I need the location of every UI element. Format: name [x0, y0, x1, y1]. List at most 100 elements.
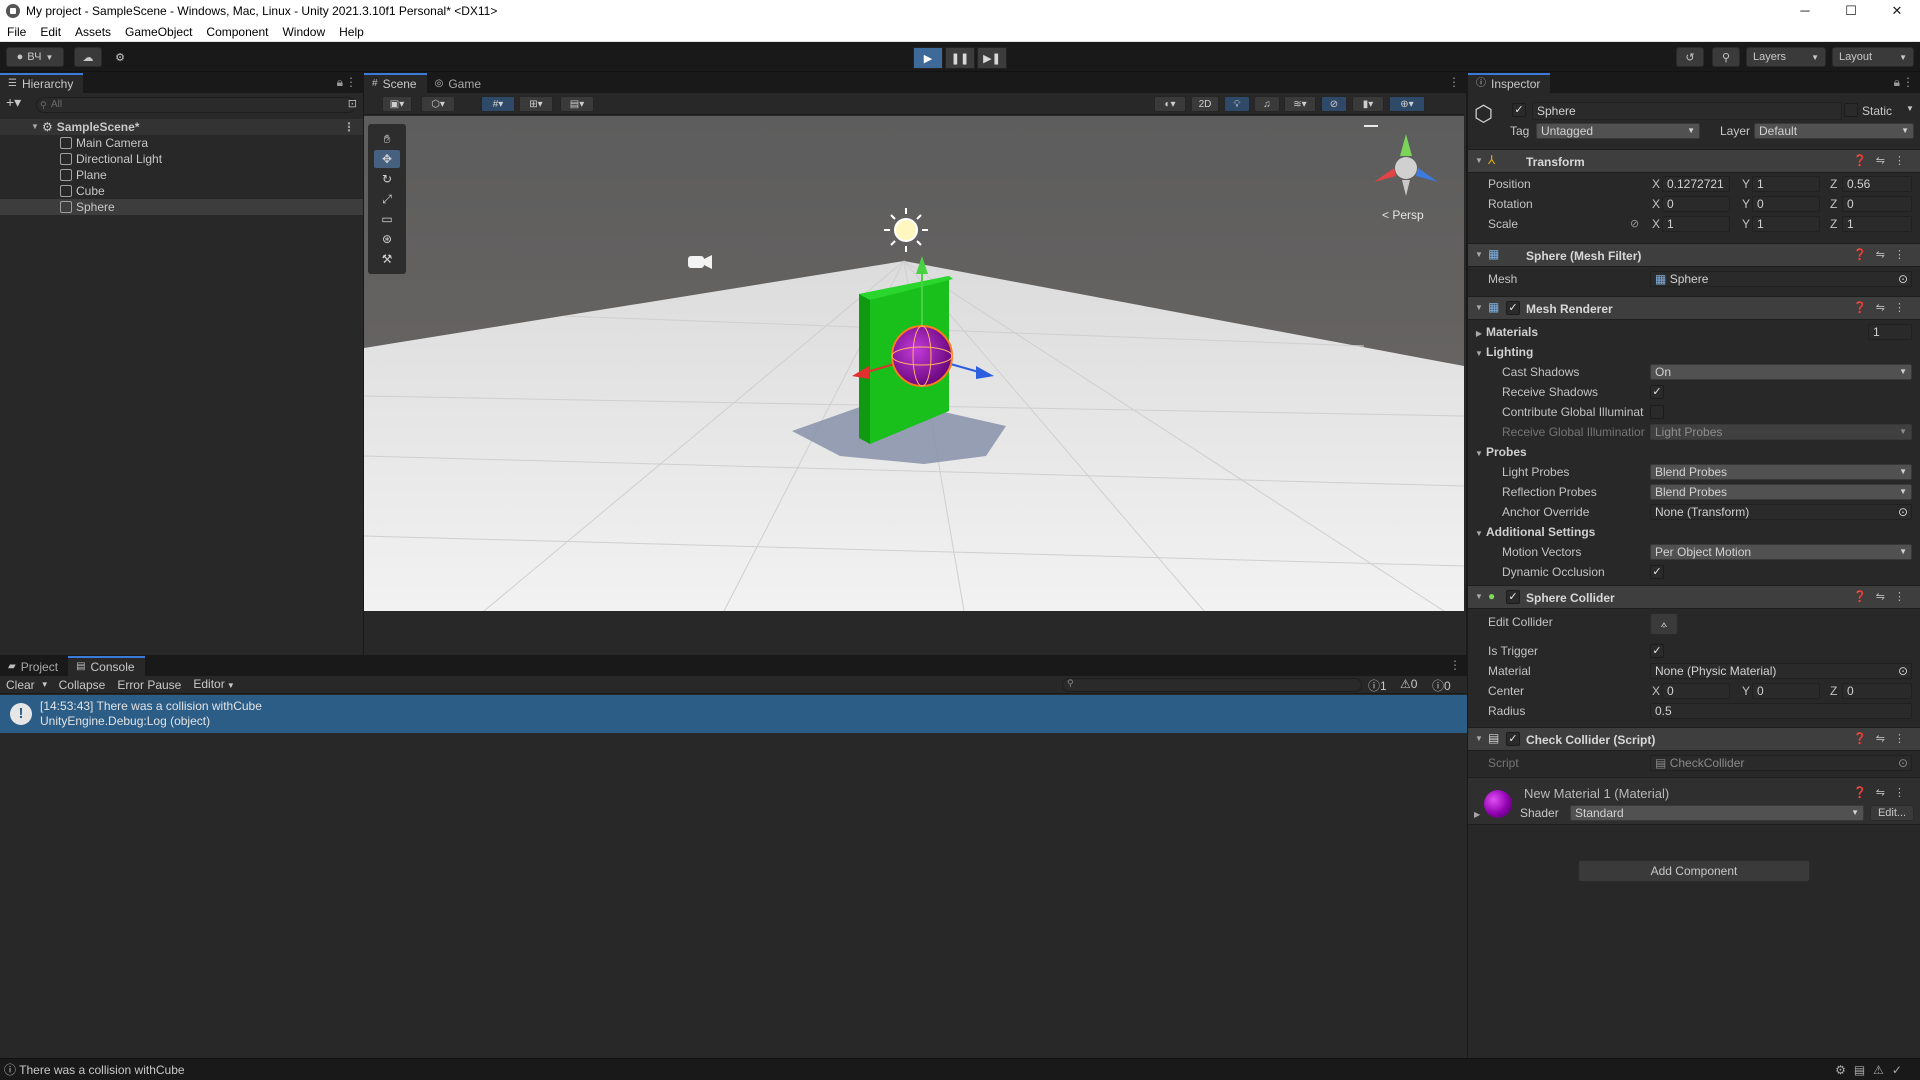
- center-x-field[interactable]: 0: [1662, 683, 1730, 699]
- step-button[interactable]: ▶❚: [977, 47, 1007, 69]
- render-mode-dropdown[interactable]: ⬡▾: [421, 96, 455, 112]
- materials-count-field[interactable]: 1: [1868, 324, 1912, 340]
- console-log-entry[interactable]: ! [14:53:43] There was a collision withC…: [0, 695, 1467, 733]
- dynamic-occlusion-checkbox[interactable]: ✓: [1650, 565, 1664, 579]
- increment-snap-toggle[interactable]: ⊞▾: [519, 96, 553, 112]
- tag-dropdown[interactable]: Untagged ▼: [1536, 123, 1700, 139]
- scale-x-field[interactable]: 1: [1662, 216, 1730, 232]
- play-button[interactable]: ▶: [913, 47, 943, 69]
- error-count-toggle[interactable]: ⓘ0: [1432, 677, 1451, 694]
- mesh-renderer-enabled-checkbox[interactable]: ✓: [1506, 301, 1520, 315]
- shader-dropdown[interactable]: Standard ▼: [1570, 805, 1864, 821]
- scene-visibility-icon[interactable]: ⊡: [348, 97, 357, 110]
- position-y-field[interactable]: 1: [1752, 176, 1820, 192]
- kebab-menu-icon[interactable]: ⋮: [1902, 75, 1914, 89]
- log-count-toggle[interactable]: ⓘ1: [1368, 677, 1387, 694]
- tab-hierarchy[interactable]: ☰ Hierarchy: [0, 73, 84, 93]
- additional-settings-foldout[interactable]: ▼ Additional Settings: [1468, 523, 1920, 541]
- tab-game[interactable]: ◎ Game: [426, 73, 492, 93]
- axis-y-label[interactable]: Y: [1742, 215, 1750, 233]
- axis-z-label[interactable]: Z: [1830, 195, 1837, 213]
- sphere-collider-enabled-checkbox[interactable]: ✓: [1506, 590, 1520, 604]
- console-search-input[interactable]: ⚲: [1062, 678, 1362, 692]
- transform-header[interactable]: ▼ ⅄ Transform ❓⇋⋮: [1468, 149, 1920, 173]
- mesh-renderer-header[interactable]: ▼ ▦ ✓ Mesh Renderer ❓⇋⋮: [1468, 296, 1920, 320]
- mode-2d-toggle[interactable]: 2D: [1191, 96, 1219, 112]
- axis-z-label[interactable]: Z: [1830, 175, 1837, 193]
- menu-gameobject[interactable]: GameObject: [118, 22, 199, 42]
- clear-button[interactable]: Clear: [0, 676, 41, 694]
- grid-visibility-dropdown[interactable]: ▤▾: [560, 96, 594, 112]
- collider-material-field[interactable]: None (Physic Material) ⊙: [1650, 663, 1912, 679]
- kebab-menu-icon[interactable]: ⋮: [1449, 658, 1461, 672]
- minimize-button[interactable]: ─: [1782, 0, 1828, 22]
- lock-icon[interactable]: 🔒︎: [337, 75, 343, 90]
- probes-foldout[interactable]: ▼ Probes: [1468, 443, 1920, 461]
- transform-tool-button[interactable]: ⊛: [374, 230, 400, 248]
- kebab-menu-icon[interactable]: ⋮: [1448, 75, 1460, 89]
- menu-help[interactable]: Help: [332, 22, 371, 42]
- tab-inspector[interactable]: ⓘ Inspector: [1468, 73, 1551, 93]
- rotation-y-field[interactable]: 0: [1752, 196, 1820, 212]
- center-z-field[interactable]: 0: [1842, 683, 1912, 699]
- link-scale-icon[interactable]: ⊘: [1630, 215, 1639, 233]
- hidden-objects-toggle[interactable]: ⊘: [1321, 96, 1347, 112]
- rotation-z-field[interactable]: 0: [1842, 196, 1912, 212]
- lighting-toggle[interactable]: 💡︎: [1224, 96, 1250, 112]
- editor-dropdown[interactable]: Editor ▼: [187, 675, 241, 695]
- collapse-button[interactable]: Collapse: [53, 676, 112, 694]
- search-button[interactable]: ⚲: [1712, 47, 1740, 67]
- hierarchy-item-plane[interactable]: Plane: [0, 167, 363, 183]
- hierarchy-item-directional-light[interactable]: Directional Light: [0, 151, 363, 167]
- layout-dropdown[interactable]: Layout ▼: [1832, 47, 1914, 67]
- hand-tool-button[interactable]: ✋︎: [374, 130, 400, 148]
- move-tool-button[interactable]: ✥: [374, 150, 400, 168]
- scale-tool-button[interactable]: ⤢: [374, 190, 400, 208]
- tab-scene[interactable]: # Scene: [364, 73, 427, 93]
- axis-z-label[interactable]: Z: [1830, 215, 1837, 233]
- check-collider-header[interactable]: ▼ ▤ ✓ Check Collider (Script) ❓⇋⋮: [1468, 727, 1920, 751]
- pause-button[interactable]: ❚❚: [945, 47, 975, 69]
- rotation-x-field[interactable]: 0: [1662, 196, 1730, 212]
- add-component-button[interactable]: Add Component: [1578, 860, 1810, 882]
- menu-assets[interactable]: Assets: [68, 22, 118, 42]
- account-dropdown[interactable]: ● ВЧ ▼: [6, 47, 64, 67]
- check-collider-enabled-checkbox[interactable]: ✓: [1506, 732, 1520, 746]
- menu-component[interactable]: Component: [199, 22, 275, 42]
- warning-count-toggle[interactable]: ⚠0: [1400, 677, 1417, 691]
- rotate-tool-button[interactable]: ↻: [374, 170, 400, 188]
- static-checkbox[interactable]: [1844, 103, 1858, 117]
- lock-icon[interactable]: 🔒︎: [1894, 75, 1900, 90]
- axis-x-label[interactable]: X: [1652, 682, 1660, 700]
- component-actions[interactable]: ❓⇋⋮: [1853, 786, 1914, 799]
- status-icons[interactable]: ⚙▤⚠✓: [1835, 1059, 1910, 1080]
- custom-tool-button[interactable]: ⚒: [374, 250, 400, 268]
- object-picker-icon[interactable]: ⊙: [1898, 272, 1908, 286]
- axis-x-label[interactable]: X: [1652, 175, 1660, 193]
- hierarchy-item-main-camera[interactable]: Main Camera: [0, 135, 363, 151]
- axis-y-label[interactable]: Y: [1742, 175, 1750, 193]
- radius-field[interactable]: 0.5: [1650, 703, 1912, 719]
- edit-shader-button[interactable]: Edit...: [1870, 805, 1914, 821]
- error-pause-button[interactable]: Error Pause: [111, 676, 187, 694]
- projection-toggle[interactable]: < Persp: [1382, 208, 1424, 222]
- layer-dropdown[interactable]: Default ▼: [1754, 123, 1914, 139]
- object-picker-icon[interactable]: ⊙: [1898, 505, 1908, 519]
- component-actions[interactable]: ❓⇋⋮: [1853, 301, 1914, 314]
- hierarchy-item-cube[interactable]: Cube: [0, 183, 363, 199]
- history-button[interactable]: ↺: [1676, 47, 1704, 67]
- component-actions[interactable]: ❓⇋⋮: [1853, 248, 1914, 261]
- hierarchy-search-input[interactable]: ⚲ All: [36, 97, 356, 113]
- add-object-button[interactable]: +▾: [6, 94, 21, 111]
- axis-x-label[interactable]: X: [1652, 195, 1660, 213]
- lighting-foldout[interactable]: ▼ Lighting: [1468, 343, 1920, 361]
- clear-options-icon[interactable]: ▼: [41, 676, 53, 694]
- position-z-field[interactable]: 0.56: [1842, 176, 1912, 192]
- close-button[interactable]: ✕: [1874, 0, 1920, 22]
- active-checkbox[interactable]: ✓: [1512, 103, 1526, 117]
- sphere-collider-header[interactable]: ▼ ● ✓ Sphere Collider ❓⇋⋮: [1468, 585, 1920, 609]
- axis-y-label[interactable]: Y: [1742, 682, 1750, 700]
- hierarchy-scene-row[interactable]: ▼ ⚙ SampleScene* ⋮: [0, 119, 363, 135]
- material-section[interactable]: ▶ New Material 1 (Material) ❓⇋⋮ Shader S…: [1468, 777, 1920, 825]
- hierarchy-item-sphere[interactable]: Sphere: [0, 199, 363, 215]
